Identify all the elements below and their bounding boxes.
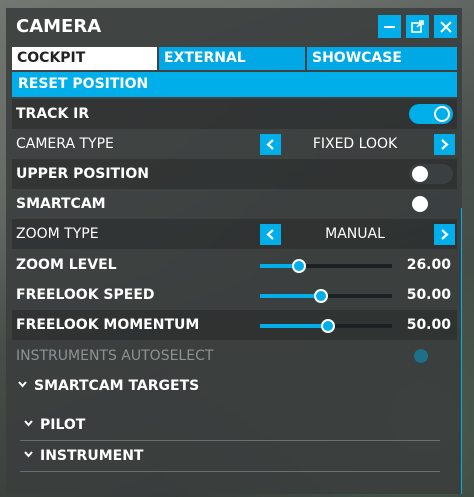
minimize-icon <box>384 25 395 28</box>
setting-label: FREELOOK SPEED <box>16 287 155 303</box>
minimize-button[interactable] <box>378 15 401 38</box>
section-label: SMARTCAM TARGETS <box>34 378 200 394</box>
zoom-level-value: 26.00 <box>406 257 451 273</box>
chevron-left-icon <box>266 229 274 240</box>
title-bar[interactable]: CAMERA <box>6 8 462 44</box>
setting-camera-type: CAMERA TYPE FIXED LOOK <box>12 129 457 159</box>
freelook-momentum-value: 50.00 <box>406 317 451 333</box>
scrollbar[interactable] <box>461 208 462 494</box>
reset-position-button[interactable]: RESET POSITION <box>12 72 457 97</box>
freelook-speed-slider[interactable] <box>260 289 392 303</box>
chevron-right-icon <box>441 229 449 240</box>
camera-type-prev-button[interactable] <box>260 134 281 155</box>
popout-icon <box>411 20 424 33</box>
setting-freelook-momentum: FREELOOK MOMENTUM 50.00 <box>12 310 457 340</box>
tab-cockpit[interactable]: COCKPIT <box>12 47 157 70</box>
setting-label: CAMERA TYPE <box>16 136 114 152</box>
zoom-type-prev-button[interactable] <box>260 224 281 245</box>
freelook-momentum-slider[interactable] <box>260 319 392 333</box>
camera-type-value: FIXED LOOK <box>312 136 398 152</box>
section-smartcam-targets[interactable]: SMARTCAM TARGETS <box>12 371 457 401</box>
section-pilot[interactable]: PILOT <box>20 410 440 441</box>
slider-thumb[interactable] <box>314 289 329 303</box>
slider-thumb[interactable] <box>291 259 306 273</box>
setting-track-ir: TRACK IR <box>12 99 457 129</box>
tab-showcase[interactable]: SHOWCASE <box>307 47 457 70</box>
setting-smartcam: SMARTCAM <box>12 189 457 219</box>
setting-label: INSTRUMENTS AUTOSELECT <box>16 348 214 364</box>
setting-label: UPPER POSITION <box>16 166 149 182</box>
chevron-down-icon <box>24 451 33 458</box>
smartcam-toggle[interactable] <box>409 194 453 214</box>
instruments-autoselect-toggle <box>414 349 428 363</box>
setting-label: ZOOM LEVEL <box>16 257 117 273</box>
section-label: INSTRUMENT <box>40 448 144 464</box>
setting-label: SMARTCAM <box>16 196 106 212</box>
setting-freelook-speed: FREELOOK SPEED 50.00 <box>12 280 457 310</box>
toggle-knob <box>412 196 428 212</box>
tab-external[interactable]: EXTERNAL <box>159 47 305 70</box>
section-instrument[interactable]: INSTRUMENT <box>20 441 440 472</box>
popout-button[interactable] <box>406 15 429 38</box>
setting-label: TRACK IR <box>16 106 90 122</box>
setting-upper-position: UPPER POSITION <box>12 159 457 189</box>
zoom-type-next-button[interactable] <box>434 224 455 245</box>
close-button[interactable] <box>434 15 457 38</box>
zoom-type-value: MANUAL <box>325 226 385 242</box>
camera-type-next-button[interactable] <box>434 134 455 155</box>
chevron-down-icon <box>18 381 27 388</box>
setting-label: ZOOM TYPE <box>16 226 99 242</box>
chevron-left-icon <box>266 139 274 150</box>
setting-zoom-type: ZOOM TYPE MANUAL <box>12 219 457 249</box>
slider-fill <box>260 294 320 298</box>
freelook-speed-value: 50.00 <box>406 287 451 303</box>
toggle-knob <box>434 106 450 122</box>
close-icon <box>439 20 452 33</box>
zoom-level-slider[interactable] <box>260 259 392 273</box>
slider-thumb[interactable] <box>321 319 335 333</box>
setting-instruments-autoselect: INSTRUMENTS AUTOSELECT <box>12 341 457 371</box>
tab-bar: COCKPIT EXTERNAL SHOWCASE <box>12 47 457 70</box>
track-ir-toggle[interactable] <box>409 104 453 124</box>
section-label: PILOT <box>40 417 86 433</box>
toggle-knob <box>412 166 428 182</box>
chevron-right-icon <box>441 139 449 150</box>
slider-fill <box>260 324 326 328</box>
setting-label: FREELOOK MOMENTUM <box>16 317 200 333</box>
window-title: CAMERA <box>16 16 102 37</box>
upper-position-toggle[interactable] <box>409 164 453 184</box>
chevron-down-icon <box>24 420 33 427</box>
camera-panel: CAMERA COCKPIT EXTERNAL SHOWCASE RESET P… <box>6 8 462 494</box>
setting-zoom-level: ZOOM LEVEL 26.00 <box>12 250 457 280</box>
